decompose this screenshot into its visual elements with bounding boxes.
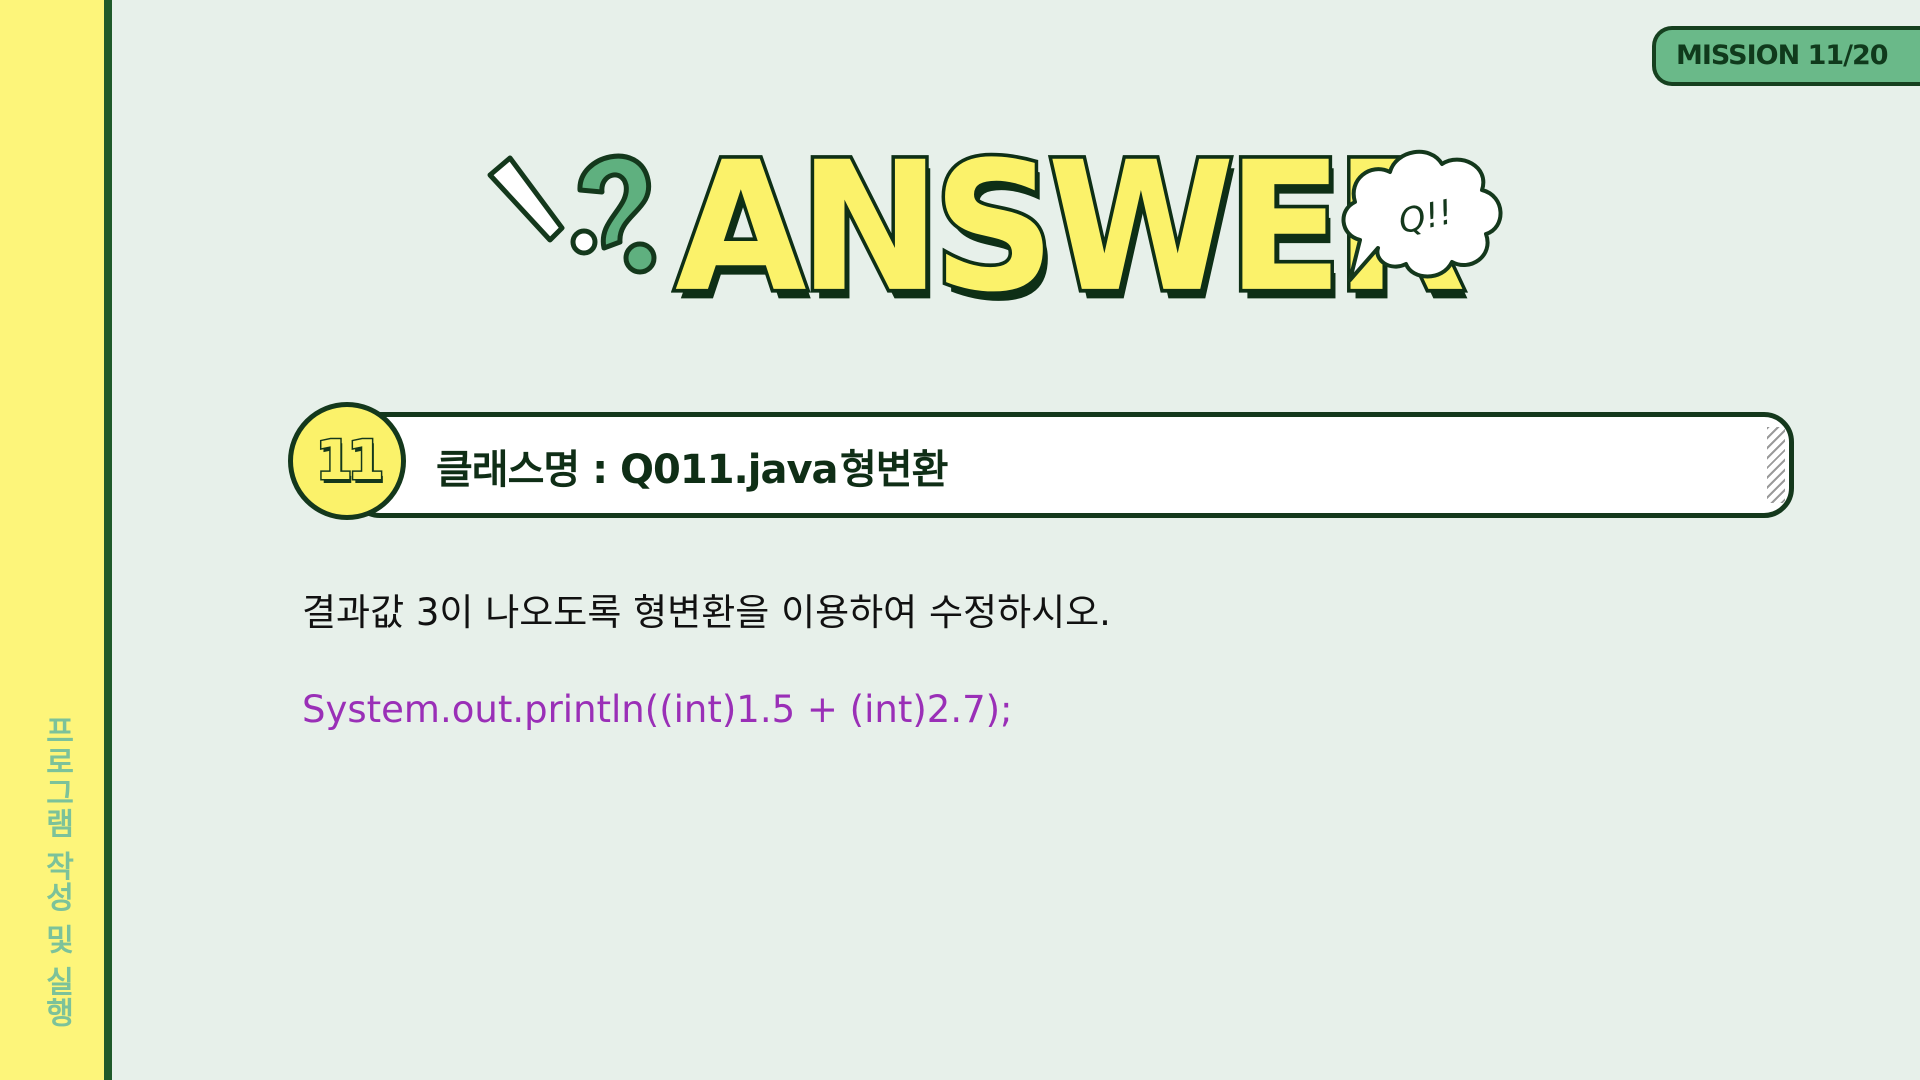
class-name-label: 클래스명 : Q011.java	[436, 447, 839, 493]
code-line: System.out.println((int)1.5 + (int)2.7);	[302, 688, 1013, 731]
question-number: 11	[314, 428, 386, 494]
instruction-text: 결과값 3이 나오도록 형변환을 이용하여 수정하시오.	[302, 591, 1111, 634]
question-number-badge: 11	[288, 402, 406, 520]
speech-bubble-icon: Q!!	[1341, 149, 1503, 282]
topic-label: 형변환	[840, 447, 948, 493]
sidebar-label: 프로그램 작성 및 실행	[39, 715, 74, 1029]
exclamation-question-icon	[487, 153, 657, 275]
sidebar: 프로그램 작성 및 실행	[0, 0, 112, 1080]
mission-label: MISSION 11/20	[1676, 40, 1889, 71]
hatch-decoration	[1767, 427, 1785, 503]
mission-badge: MISSION 11/20	[1652, 26, 1920, 86]
answer-title-art: ANSWER Q!!	[480, 120, 1503, 336]
